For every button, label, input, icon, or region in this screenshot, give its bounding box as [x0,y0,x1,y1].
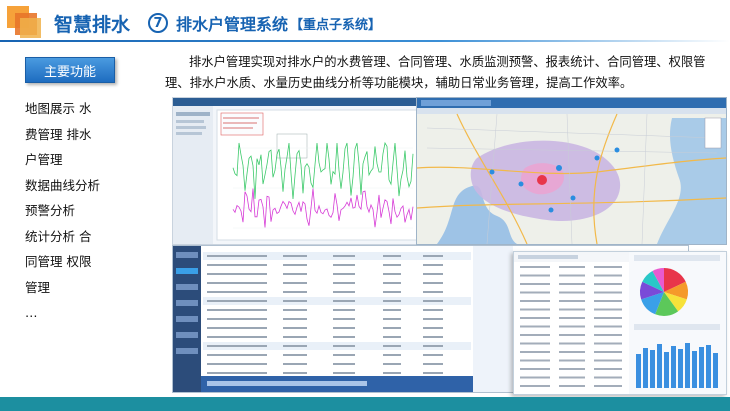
footer-bar [0,397,730,411]
district-map-screenshot [416,97,727,245]
function-list-line: 费管理 排水 [25,126,92,142]
section-number: 7 [148,13,169,33]
statistics-illustration [514,252,726,394]
line-chart-illustration [173,98,421,244]
water-quality-history-screenshot [172,97,422,245]
function-list-line: 数据曲线分析 [25,177,101,193]
main-functions-button[interactable]: 主要功能 [25,57,115,83]
header: 智慧排水 7 排水户管理系统 【重点子系统】 [54,8,381,38]
function-list-line: 地图展示 水 [25,101,92,116]
function-list-line: … [25,305,38,320]
brand-logo-icon [7,6,41,38]
map-illustration [417,98,726,244]
function-list-line: 户管理 [25,152,63,167]
function-list: 地图展示 水 费管理 排水 户管理 数据曲线分析 预警分析 统计分析 合 同管理… [25,96,115,326]
system-description: 排水户管理实现对排水户的水费管理、合同管理、水质监测预警、报表统计、合同管理、权… [165,55,706,90]
page-subtitle: 排水户管理系统 [176,15,289,34]
page-title: 智慧排水 [54,13,131,36]
statistics-panel-screenshot [513,251,727,395]
function-list-line: 统计分析 合 [25,228,92,244]
function-list-line: 预警分析 [25,203,76,218]
function-list-line: 同管理 权限 [25,254,92,269]
function-list-line: 管理 [25,279,51,295]
subsystem-tag: 【重点子系统】 [290,17,382,33]
header-divider [0,40,730,42]
